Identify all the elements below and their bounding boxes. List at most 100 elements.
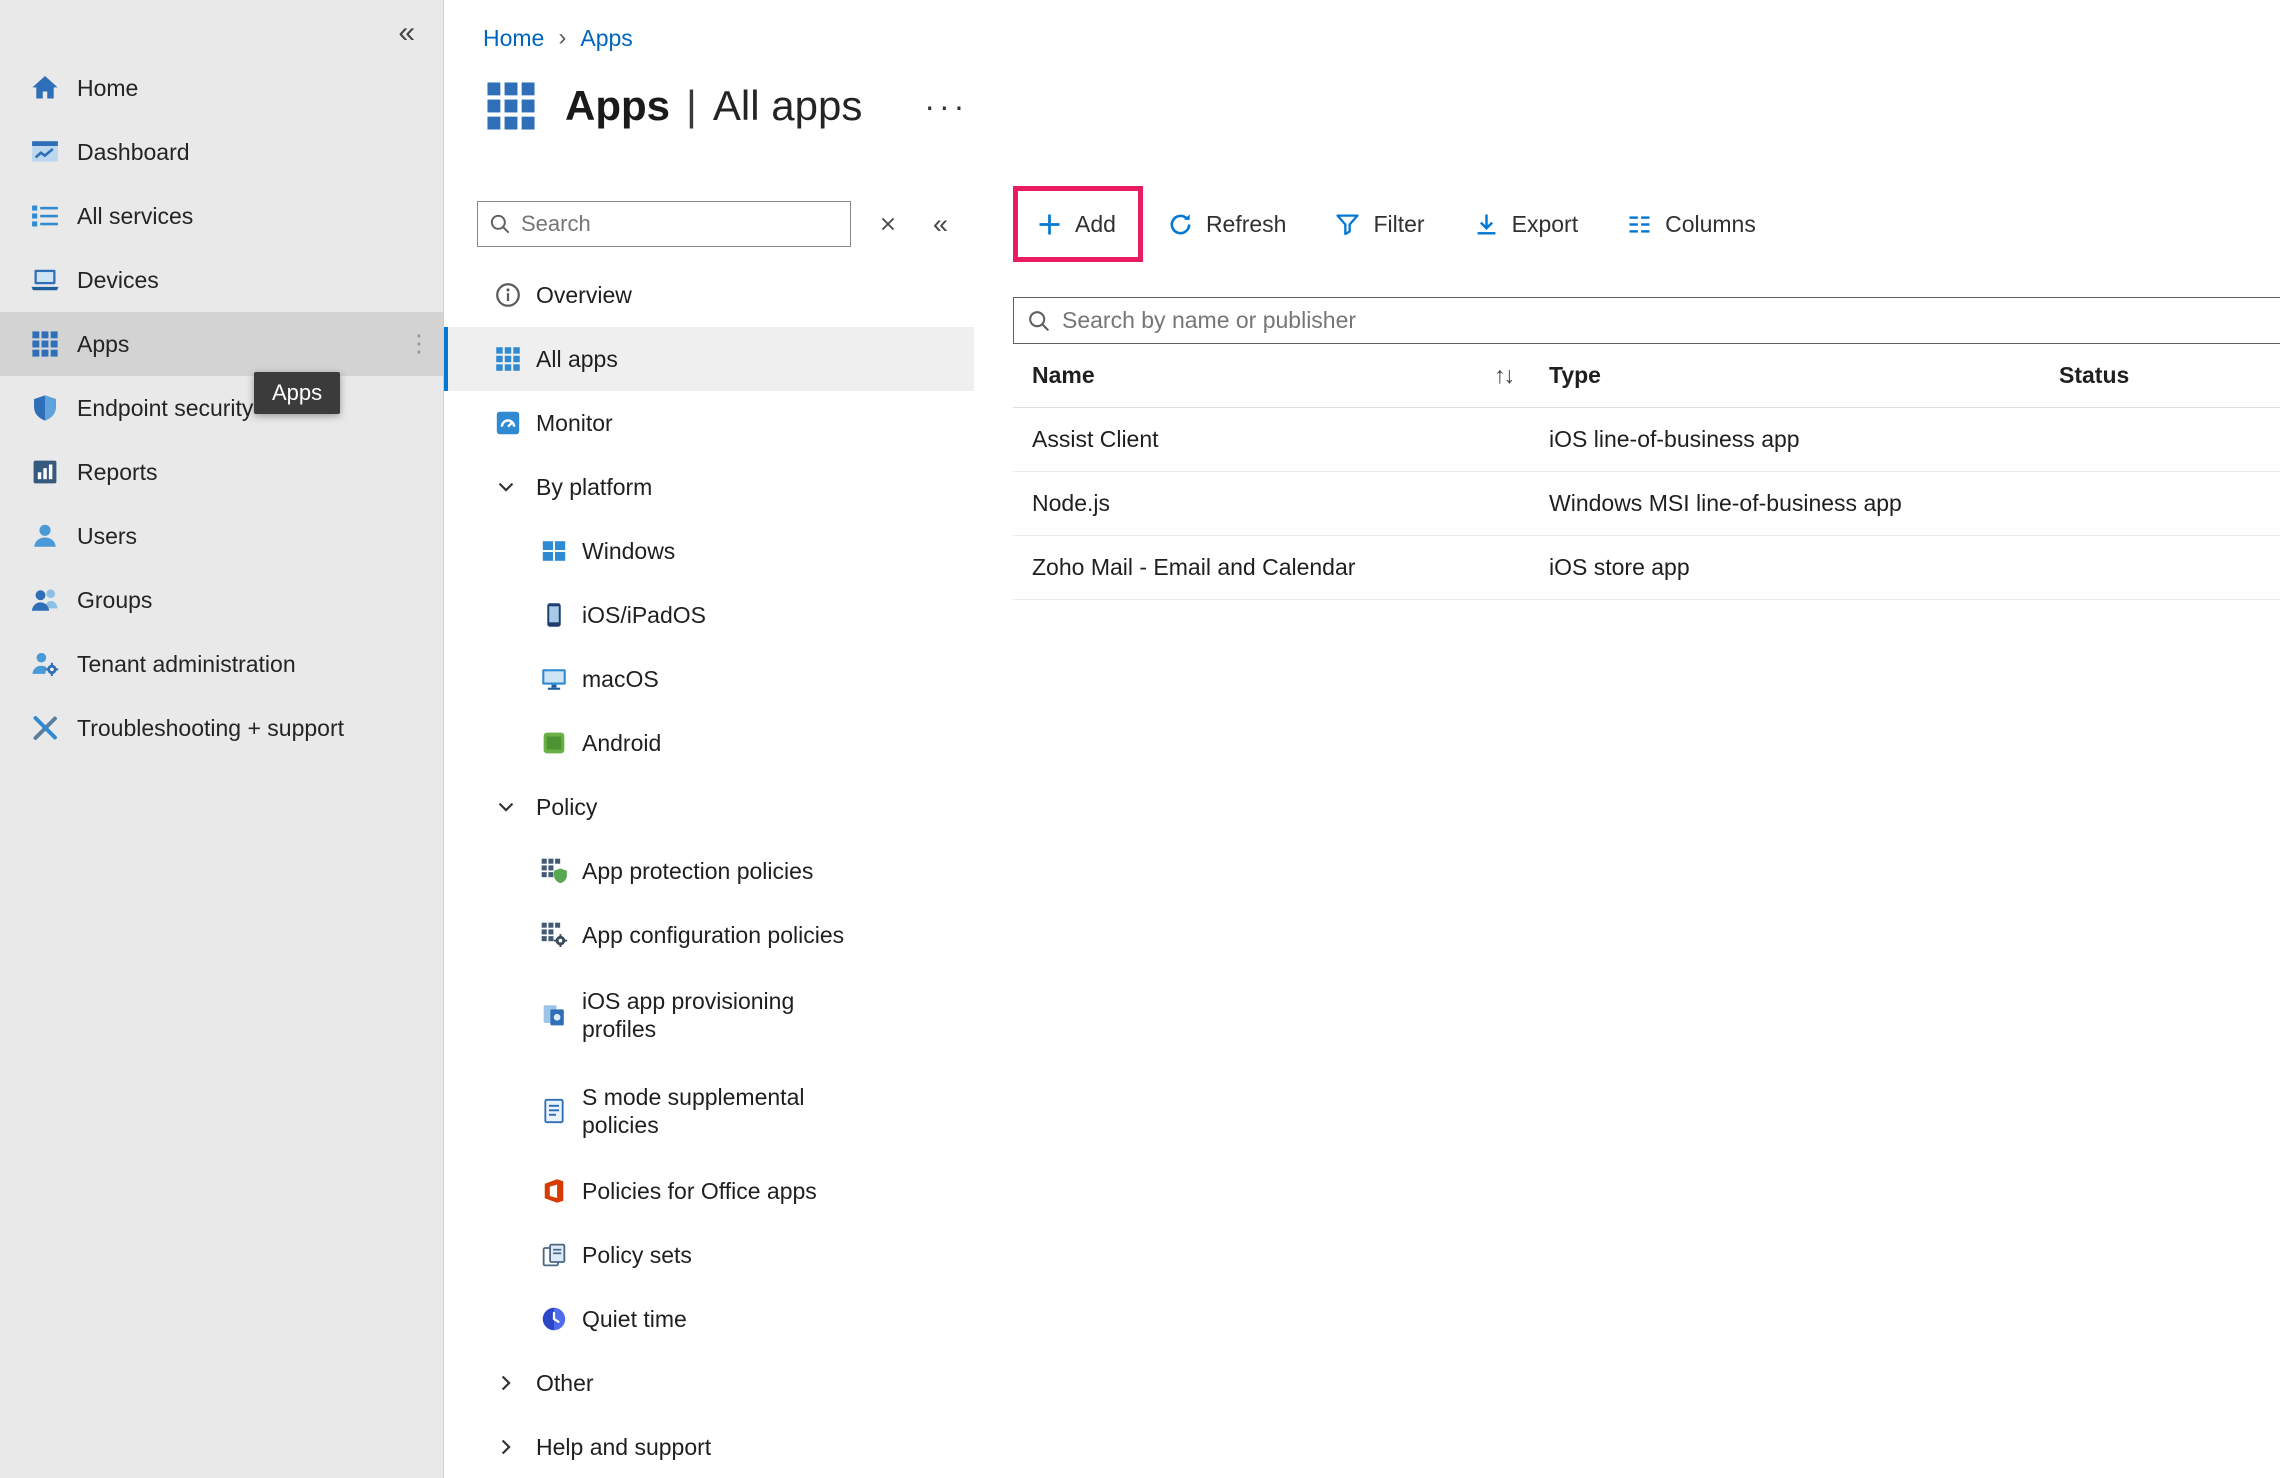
- subnav-group-other[interactable]: Other: [444, 1351, 974, 1415]
- subnav-item-s-mode-supplemental-policies[interactable]: S mode supplemental policies: [444, 1063, 974, 1159]
- add-button-label: Add: [1075, 211, 1116, 238]
- columns-icon: [1626, 211, 1653, 238]
- all-services-icon: [30, 201, 60, 231]
- close-x-icon: [877, 213, 899, 235]
- phone-icon: [540, 601, 568, 629]
- subnav-item-windows[interactable]: Windows: [444, 519, 974, 583]
- subnav-group-label: By platform: [536, 474, 652, 501]
- sidebar-item-troubleshooting-support[interactable]: Troubleshooting + support: [0, 696, 443, 760]
- apps-grid-icon: [30, 329, 60, 359]
- subnav-item-overview[interactable]: Overview: [444, 263, 974, 327]
- subnav-item-label: iOS/iPadOS: [582, 602, 706, 629]
- subnav-item-label: Overview: [536, 282, 632, 309]
- table-row[interactable]: Node.js Windows MSI line-of-business app: [1013, 472, 2280, 536]
- content-row: « Overview All apps Monitor: [444, 168, 2280, 1478]
- subnav-group-help-and-support[interactable]: Help and support: [444, 1415, 974, 1478]
- subnav-list: Overview All apps Monitor By platform: [444, 263, 974, 1478]
- subnav-item-policy-sets[interactable]: Policy sets: [444, 1223, 974, 1287]
- cell-name[interactable]: Node.js: [1032, 490, 1549, 517]
- subnav-group-label: Help and support: [536, 1434, 711, 1461]
- sidebar-item-label: Home: [77, 75, 138, 102]
- troubleshooting-tools-icon: [30, 713, 60, 743]
- sidebar-item-devices[interactable]: Devices: [0, 248, 443, 312]
- sidebar-item-reports[interactable]: Reports: [0, 440, 443, 504]
- cell-name[interactable]: Zoho Mail - Email and Calendar: [1032, 554, 1549, 581]
- subnav-item-monitor[interactable]: Monitor: [444, 391, 974, 455]
- subnav-search-box[interactable]: [477, 201, 851, 247]
- sidebar-item-groups[interactable]: Groups: [0, 568, 443, 632]
- cell-type: iOS line-of-business app: [1549, 426, 2059, 453]
- main-sidebar: « Home Dashboard All services Devices Ap…: [0, 0, 444, 1478]
- refresh-button[interactable]: Refresh: [1167, 211, 1287, 238]
- column-header-name[interactable]: Name ↑↓: [1032, 362, 1549, 389]
- breadcrumb-apps-link[interactable]: Apps: [580, 25, 632, 52]
- blade-menu-ellipsis-button[interactable]: ···: [924, 88, 968, 125]
- breadcrumb: Home › Apps: [483, 24, 2280, 52]
- context-menu-dots-icon[interactable]: ⋮: [407, 330, 431, 359]
- cell-type: Windows MSI line-of-business app: [1549, 490, 2059, 517]
- subnav-item-label: App protection policies: [582, 858, 813, 885]
- home-icon: [30, 73, 60, 103]
- filter-button[interactable]: Filter: [1334, 211, 1424, 238]
- subnav-item-android[interactable]: Android: [444, 711, 974, 775]
- column-header-status[interactable]: Status: [2059, 362, 2280, 389]
- table-row[interactable]: Zoho Mail - Email and Calendar iOS store…: [1013, 536, 2280, 600]
- subnav-item-all-apps[interactable]: All apps: [444, 327, 974, 391]
- sidebar-item-users[interactable]: Users: [0, 504, 443, 568]
- sidebar-item-label: Endpoint security: [77, 395, 253, 422]
- subnav-group-by-platform[interactable]: By platform: [444, 455, 974, 519]
- sidebar-item-dashboard[interactable]: Dashboard: [0, 120, 443, 184]
- chevron-down-icon: [494, 475, 518, 499]
- subnav-item-ios-app-provisioning-profiles[interactable]: iOS app provisioning profiles: [444, 967, 974, 1063]
- breadcrumb-home-link[interactable]: Home: [483, 25, 544, 52]
- all-apps-panel: Add Refresh Filter Export: [974, 168, 2280, 1478]
- add-button[interactable]: Add: [1036, 211, 1116, 238]
- column-header-type[interactable]: Type: [1549, 362, 2059, 389]
- cell-name[interactable]: Assist Client: [1032, 426, 1549, 453]
- apps-subnav: « Overview All apps Monitor: [444, 168, 974, 1478]
- sort-arrows-icon[interactable]: ↑↓: [1494, 362, 1513, 389]
- sidebar-item-endpoint-security[interactable]: Endpoint security: [0, 376, 443, 440]
- sidebar-item-label: All services: [77, 203, 193, 230]
- sidebar-item-label: Users: [77, 523, 137, 550]
- sidebar-item-label: Devices: [77, 267, 159, 294]
- provisioning-profiles-icon: [540, 1001, 568, 1029]
- sidebar-collapse-button[interactable]: «: [0, 10, 443, 56]
- page-subtitle: All apps: [713, 82, 862, 130]
- columns-button-label: Columns: [1665, 211, 1756, 238]
- grid-shield-icon: [540, 857, 568, 885]
- column-header-name-label: Name: [1032, 362, 1095, 389]
- apps-table: Name ↑↓ Type Status Assist Client iOS li…: [1013, 344, 2280, 600]
- sidebar-item-home[interactable]: Home: [0, 56, 443, 120]
- info-icon: [494, 281, 522, 309]
- clear-search-icon[interactable]: [877, 213, 899, 235]
- subnav-item-quiet-time[interactable]: Quiet time: [444, 1287, 974, 1351]
- subnav-item-label: iOS app provisioning profiles: [582, 987, 847, 1043]
- page-header: Home › Apps Apps | All apps ···: [444, 0, 2280, 134]
- sidebar-item-all-services[interactable]: All services: [0, 184, 443, 248]
- subnav-item-macos[interactable]: macOS: [444, 647, 974, 711]
- sidebar-item-label: Troubleshooting + support: [77, 715, 344, 742]
- subnav-item-label: App configuration policies: [582, 922, 844, 949]
- reports-icon: [30, 457, 60, 487]
- apps-search-input[interactable]: [1062, 307, 2280, 334]
- clock-icon: [540, 1305, 568, 1333]
- subnav-search-input[interactable]: [521, 211, 840, 237]
- table-row[interactable]: Assist Client iOS line-of-business app: [1013, 408, 2280, 472]
- subnav-collapse-button[interactable]: «: [933, 209, 948, 240]
- columns-button[interactable]: Columns: [1626, 211, 1756, 238]
- subnav-item-ios-ipados[interactable]: iOS/iPadOS: [444, 583, 974, 647]
- sidebar-item-tenant-administration[interactable]: Tenant administration: [0, 632, 443, 696]
- subnav-item-app-protection-policies[interactable]: App protection policies: [444, 839, 974, 903]
- export-download-icon: [1473, 211, 1500, 238]
- subnav-item-policies-for-office-apps[interactable]: Policies for Office apps: [444, 1159, 974, 1223]
- sidebar-item-apps[interactable]: Apps ⋮: [0, 312, 443, 376]
- export-button[interactable]: Export: [1473, 211, 1578, 238]
- subnav-item-app-configuration-policies[interactable]: App configuration policies: [444, 903, 974, 967]
- all-apps-grid-icon: [494, 345, 522, 373]
- page-title-divider: |: [686, 82, 697, 130]
- sidebar-item-label: Dashboard: [77, 139, 190, 166]
- subnav-group-policy[interactable]: Policy: [444, 775, 974, 839]
- monitor-gauge-icon: [494, 409, 522, 437]
- apps-search-bar[interactable]: [1013, 297, 2280, 344]
